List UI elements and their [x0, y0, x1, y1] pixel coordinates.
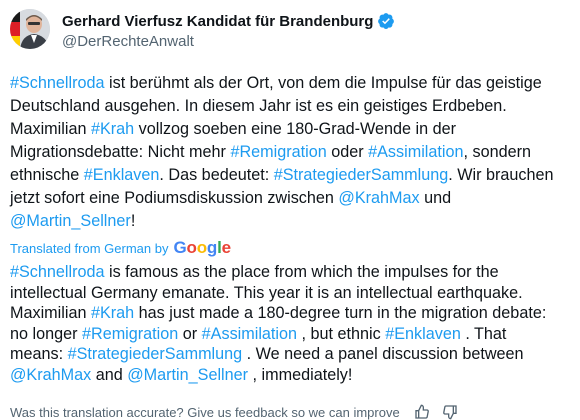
mention-link[interactable]: @Martin_Sellner	[127, 366, 248, 384]
post-text-segment: !	[130, 212, 136, 230]
post-translation-text: #Schnellroda is famous as the place from…	[10, 262, 558, 385]
hashtag-link[interactable]: #Assimilation	[202, 325, 297, 343]
feedback-icons	[414, 404, 458, 420]
google-logo-letter: o	[196, 238, 207, 257]
avatar-image	[10, 9, 50, 49]
post-text-segment: und	[419, 189, 452, 207]
hashtag-link[interactable]: #Remigration	[230, 143, 326, 161]
google-logo-letter: G	[173, 238, 187, 257]
translation-attribution: Translated from German by Google	[10, 238, 558, 258]
hashtag-link[interactable]: #Remigration	[82, 325, 178, 343]
post-text-segment: and	[91, 365, 128, 384]
author-handle[interactable]: @DerRechteAnwalt	[62, 33, 395, 50]
translated-label: Translated from German by	[10, 240, 169, 256]
hashtag-link[interactable]: #StrategiederSammlung	[274, 166, 449, 184]
post-body: #Schnellroda ist berühmt als der Ort, vo…	[10, 72, 558, 385]
post-text-segment: . We need a panel discussion between	[242, 345, 524, 363]
hashtag-link[interactable]: #Enklaven	[385, 325, 461, 343]
hashtag-link[interactable]: #StrategiederSammlung	[68, 345, 243, 363]
google-logo: Google	[173, 238, 231, 258]
google-logo-letter: e	[221, 238, 231, 257]
hashtag-link[interactable]: #Schnellroda	[10, 74, 105, 92]
post-card: Gerhard Vierfusz Kandidat für Brandenbur…	[0, 0, 580, 420]
translation-feedback: Was this translation accurate? Give us f…	[10, 404, 458, 420]
post-header: Gerhard Vierfusz Kandidat für Brandenbur…	[10, 9, 395, 50]
google-logo-letter: o	[186, 238, 197, 257]
post-original-text: #Schnellroda ist berühmt als der Ort, vo…	[10, 72, 558, 233]
thumbs-down-icon[interactable]	[442, 404, 458, 420]
post-text-segment: oder	[326, 143, 369, 161]
name-row: Gerhard Vierfusz Kandidat für Brandenbur…	[62, 11, 395, 31]
hashtag-link[interactable]: #Assimilation	[368, 143, 463, 161]
google-logo-letter: g	[206, 238, 218, 257]
feedback-text: Was this translation accurate? Give us f…	[10, 404, 400, 420]
hashtag-link[interactable]: #Enklaven	[84, 166, 160, 184]
avatar[interactable]	[10, 9, 50, 49]
hashtag-link[interactable]: #Schnellroda	[10, 263, 105, 281]
post-text-segment: , immediately!	[248, 365, 353, 384]
hashtag-link[interactable]: #Krah	[91, 304, 134, 322]
post-text-segment: or	[178, 324, 202, 343]
post-text-segment: . Das bedeutet:	[159, 166, 274, 184]
post-text-segment: , but ethnic	[297, 324, 386, 343]
hashtag-link[interactable]: #Krah	[91, 120, 134, 138]
mention-link[interactable]: @Martin_Sellner	[10, 212, 131, 230]
mention-link[interactable]: @KrahMax	[10, 366, 91, 384]
author-display-name[interactable]: Gerhard Vierfusz Kandidat für Brandenbur…	[62, 13, 373, 30]
author-names: Gerhard Vierfusz Kandidat für Brandenbur…	[62, 11, 395, 50]
mention-link[interactable]: @KrahMax	[338, 189, 419, 207]
thumbs-up-icon[interactable]	[414, 404, 430, 420]
verified-badge-icon[interactable]	[377, 12, 395, 30]
